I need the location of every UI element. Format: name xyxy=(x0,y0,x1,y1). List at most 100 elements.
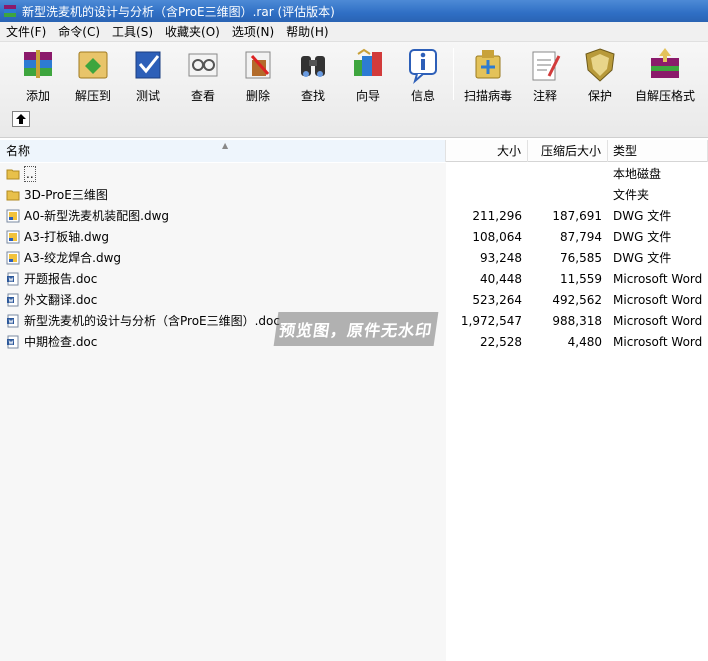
menu-help[interactable]: 帮助(H) xyxy=(280,22,334,42)
column-name[interactable]: ▲ 名称 xyxy=(0,140,446,162)
file-type: DWG 文件 xyxy=(613,251,672,265)
file-name: 开题报告.doc xyxy=(24,272,98,286)
wizard-icon xyxy=(354,48,382,76)
file-name: 3D-ProE三维图 xyxy=(24,188,108,202)
file-row[interactable]: .. 本地磁盘 xyxy=(0,163,708,184)
file-name: A3-绞龙焊合.dwg xyxy=(24,251,122,265)
file-name-cell: A0-新型洗麦机装配图.dwg xyxy=(0,207,446,224)
dwg-icon xyxy=(6,209,20,223)
dwg-icon xyxy=(6,251,20,265)
protect-button[interactable]: 保护 xyxy=(572,46,628,103)
file-size: 93,248 xyxy=(480,250,522,265)
doc-icon xyxy=(6,272,20,286)
test-button[interactable]: 测试 xyxy=(120,46,176,103)
extract-to-label: 解压到 xyxy=(74,89,111,103)
file-size: 211,296 xyxy=(472,208,522,223)
file-size: 523,264 xyxy=(472,292,522,307)
file-row[interactable]: 开题报告.doc 40,448 11,559 Microsoft Word xyxy=(0,268,708,289)
file-packed-size: 187,691 xyxy=(552,208,602,223)
info-label: 信息 xyxy=(410,89,435,103)
file-row[interactable]: A3-打板轴.dwg 108,064 87,794 DWG 文件 xyxy=(0,226,708,247)
file-packed-size: 11,559 xyxy=(560,271,602,286)
column-packed-size[interactable]: 压缩后大小 xyxy=(528,140,608,162)
file-row[interactable]: A0-新型洗麦机装配图.dwg 211,296 187,691 DWG 文件 xyxy=(0,205,708,226)
info-button[interactable]: 信息 xyxy=(395,46,451,103)
file-name-cell: A3-打板轴.dwg xyxy=(0,228,446,245)
delete-icon xyxy=(245,51,271,79)
view-icon xyxy=(188,53,218,77)
file-packed-size: 492,562 xyxy=(552,292,602,307)
file-name-cell: 开题报告.doc xyxy=(0,270,446,287)
file-packed-size: 76,585 xyxy=(560,250,602,265)
file-type: Microsoft Word xyxy=(613,334,703,349)
doc-icon xyxy=(6,314,20,328)
file-packed-size: 4,480 xyxy=(567,334,602,349)
file-type: Microsoft Word xyxy=(613,271,703,286)
protect-icon xyxy=(585,48,615,82)
column-type[interactable]: 类型 xyxy=(608,140,708,162)
toolbar: 添加 解压到 测试 查看 删除 查找 向导 信息 扫描病毒 注释 保护 自解压格… xyxy=(0,42,708,138)
find-label: 查找 xyxy=(300,89,325,103)
file-size: 108,064 xyxy=(472,229,522,244)
comment-icon xyxy=(532,51,561,81)
file-name: A3-打板轴.dwg xyxy=(24,230,110,244)
test-label: 测试 xyxy=(135,89,160,103)
menu-commands[interactable]: 命令(C) xyxy=(52,22,106,42)
window-title: 新型洗麦机的设计与分析（含ProE三维图）.rar (评估版本) xyxy=(22,4,335,19)
sfx-icon xyxy=(651,48,679,78)
file-name: 外文翻译.doc xyxy=(24,293,98,307)
file-size: 22,528 xyxy=(480,334,522,349)
menu-options[interactable]: 选项(N) xyxy=(226,22,280,42)
menu-bar: 文件(F) 命令(C) 工具(S) 收藏夹(O) 选项(N) 帮助(H) xyxy=(0,22,708,42)
file-type: DWG 文件 xyxy=(613,209,672,223)
comment-button[interactable]: 注释 xyxy=(517,46,573,103)
up-one-level-button[interactable] xyxy=(12,111,30,127)
add-archive-icon xyxy=(24,50,52,78)
dwg-icon xyxy=(6,230,20,244)
protect-label: 保护 xyxy=(587,89,612,103)
file-name: 中期检查.doc xyxy=(24,335,98,349)
file-type: 本地磁盘 xyxy=(613,167,662,181)
virus-scan-button[interactable]: 扫描病毒 xyxy=(460,46,516,103)
column-size[interactable]: 大小 xyxy=(446,140,528,162)
file-name: 新型洗麦机的设计与分析（含ProE三维图）.doc xyxy=(24,314,280,328)
extract-to-icon xyxy=(78,51,108,79)
add-label: 添加 xyxy=(25,89,50,103)
delete-button[interactable]: 删除 xyxy=(230,46,286,103)
view-button[interactable]: 查看 xyxy=(175,46,231,103)
file-type: Microsoft Word xyxy=(613,313,703,328)
folder-icon xyxy=(6,167,20,181)
folder-icon xyxy=(6,188,20,202)
column-name-label: 名称 xyxy=(6,144,31,158)
comment-label: 注释 xyxy=(532,89,557,103)
file-type: Microsoft Word xyxy=(613,292,703,307)
file-row[interactable]: A3-绞龙焊合.dwg 93,248 76,585 DWG 文件 xyxy=(0,247,708,268)
doc-icon xyxy=(6,293,20,307)
file-row[interactable]: 3D-ProE三维图 文件夹 xyxy=(0,184,708,205)
menu-file[interactable]: 文件(F) xyxy=(0,22,52,42)
up-arrow-icon xyxy=(16,114,26,124)
menu-favorites[interactable]: 收藏夹(O) xyxy=(159,22,226,42)
file-name: .. xyxy=(24,165,36,182)
toolbar-separator xyxy=(453,48,454,100)
wizard-label: 向导 xyxy=(355,89,380,103)
column-header: ▲ 名称 大小 压缩后大小 类型 xyxy=(0,140,708,162)
wizard-button[interactable]: 向导 xyxy=(340,46,396,103)
add-button[interactable]: 添加 xyxy=(10,46,66,103)
find-icon xyxy=(301,56,325,77)
file-name: A0-新型洗麦机装配图.dwg xyxy=(24,209,170,223)
file-row[interactable]: 外文翻译.doc 523,264 492,562 Microsoft Word xyxy=(0,289,708,310)
find-button[interactable]: 查找 xyxy=(285,46,341,103)
virus-scan-icon xyxy=(475,50,501,79)
menu-tools[interactable]: 工具(S) xyxy=(106,22,159,42)
virus-scan-label: 扫描病毒 xyxy=(463,89,512,103)
view-label: 查看 xyxy=(190,89,215,103)
sfx-button[interactable]: 自解压格式 xyxy=(632,46,698,103)
file-list: .. 本地磁盘 3D-ProE三维图 文件夹 A0-新型洗麦机装配图.dwg 211,29… xyxy=(0,163,708,661)
file-name-cell: 外文翻译.doc xyxy=(0,291,446,308)
title-bar: 新型洗麦机的设计与分析（含ProE三维图）.rar (评估版本) xyxy=(0,0,708,22)
winrar-app-icon xyxy=(4,5,16,17)
delete-label: 删除 xyxy=(245,89,270,103)
extract-to-button[interactable]: 解压到 xyxy=(65,46,121,103)
test-icon xyxy=(135,51,161,79)
